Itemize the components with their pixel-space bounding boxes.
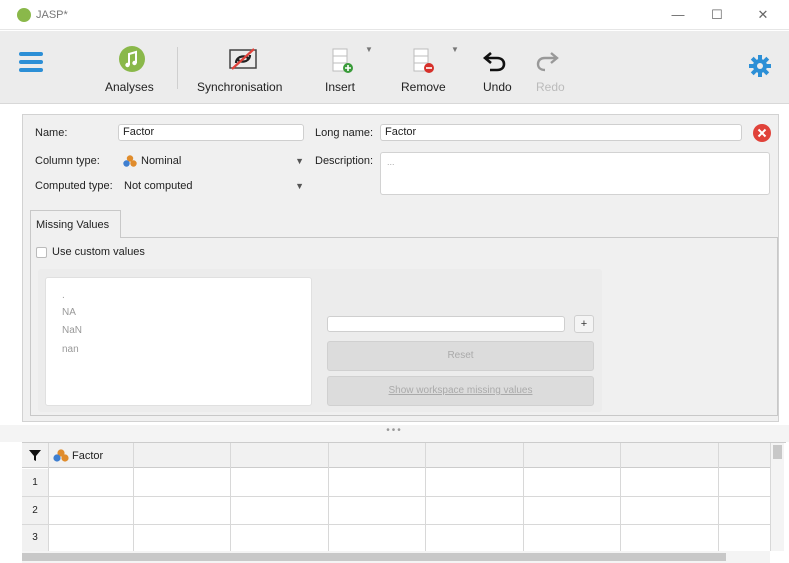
- use-custom-values-label: Use custom values: [52, 246, 145, 258]
- undo-label: Undo: [483, 80, 512, 94]
- description-label: Description:: [315, 155, 374, 167]
- redo-label: Redo: [536, 80, 565, 94]
- maximize-button[interactable]: ☐: [707, 6, 727, 24]
- analyses-label: Analyses: [105, 80, 154, 94]
- list-item[interactable]: nan: [62, 344, 79, 355]
- remove-button[interactable]: ▼ Remove: [396, 39, 462, 99]
- missing-value-input[interactable]: [327, 316, 565, 332]
- vertical-scrollbar[interactable]: [771, 443, 784, 551]
- redo-icon: [536, 52, 559, 72]
- filter-button[interactable]: [29, 449, 42, 462]
- gear-icon: [749, 55, 771, 77]
- list-item[interactable]: NA: [62, 307, 76, 318]
- column-type-value: Nominal: [141, 155, 182, 167]
- name-field[interactable]: Factor: [118, 124, 304, 141]
- column-type-select[interactable]: Nominal ▼: [120, 152, 306, 170]
- use-custom-values-checkbox[interactable]: [36, 247, 47, 258]
- vertical-scrollbar-thumb[interactable]: [773, 445, 782, 459]
- hamburger-menu-button[interactable]: [19, 51, 43, 73]
- add-missing-value-button[interactable]: +: [574, 315, 594, 333]
- insert-column-icon: [332, 48, 353, 73]
- column-header-factor[interactable]: Factor: [49, 443, 133, 468]
- hamburger-icon: [19, 52, 43, 72]
- name-label: Name:: [35, 127, 68, 139]
- chevron-down-icon: ▼: [295, 181, 304, 191]
- computed-type-label: Computed type:: [35, 180, 113, 192]
- window-title: JASP*: [36, 9, 68, 21]
- synchronisation-button[interactable]: Synchronisation: [192, 39, 296, 99]
- list-item[interactable]: .: [62, 290, 65, 301]
- undo-icon: [482, 52, 506, 72]
- close-properties-button[interactable]: [753, 124, 771, 142]
- insert-button[interactable]: ▼ Insert: [322, 39, 373, 99]
- synchronisation-label: Synchronisation: [197, 80, 283, 94]
- remove-dropdown-icon[interactable]: ▼: [451, 45, 459, 54]
- remove-label: Remove: [401, 80, 446, 94]
- ribbon-toolbar: Analyses Synchronisation ▼ Insert ▼ Remo…: [0, 31, 789, 104]
- analyses-button[interactable]: Analyses: [100, 39, 164, 99]
- insert-label: Insert: [325, 80, 356, 94]
- undo-button[interactable]: Undo: [474, 39, 518, 99]
- data-grid: Factor 1 2 3: [22, 442, 786, 563]
- list-item[interactable]: NaN: [62, 325, 82, 336]
- horizontal-scrollbar-thumb[interactable]: [22, 553, 726, 561]
- missing-values-list[interactable]: . NA NaN nan: [45, 277, 312, 406]
- row-number[interactable]: 2: [22, 497, 48, 524]
- grid-header-row: [22, 443, 770, 468]
- tab-missing-values[interactable]: Missing Values: [30, 210, 121, 238]
- show-workspace-missing-values-button[interactable]: Show workspace missing values: [327, 376, 594, 406]
- chevron-down-icon: ▼: [295, 156, 304, 166]
- remove-column-icon: [413, 48, 434, 73]
- computed-type-value: Not computed: [124, 180, 193, 192]
- close-circle-icon: [753, 124, 771, 142]
- reset-button[interactable]: Reset: [327, 341, 594, 371]
- nominal-icon: [53, 449, 69, 462]
- toolbar-divider: [177, 47, 178, 89]
- filter-icon: [29, 450, 41, 461]
- insert-dropdown-icon[interactable]: ▼: [365, 45, 373, 54]
- title-bar: JASP* — ☐ ✕: [0, 0, 789, 30]
- jasp-logo-icon: [17, 8, 31, 22]
- close-window-button[interactable]: ✕: [753, 6, 773, 24]
- column-type-label: Column type:: [35, 155, 100, 167]
- analyses-icon: [119, 46, 145, 72]
- horizontal-scrollbar[interactable]: [22, 551, 770, 563]
- column-header-label: Factor: [72, 450, 104, 462]
- long-name-label: Long name:: [315, 127, 374, 139]
- nominal-icon: [123, 155, 137, 167]
- row-number[interactable]: 3: [22, 525, 48, 551]
- settings-button[interactable]: [749, 55, 771, 77]
- redo-button[interactable]: Redo: [528, 39, 572, 99]
- panel-splitter[interactable]: •••: [0, 425, 789, 442]
- sync-disabled-icon: [229, 48, 257, 70]
- row-number[interactable]: 1: [22, 469, 48, 496]
- computed-type-select[interactable]: Not computed ▼: [120, 177, 306, 195]
- description-field[interactable]: ...: [380, 152, 770, 195]
- minimize-button[interactable]: —: [668, 6, 688, 24]
- long-name-field[interactable]: Factor: [380, 124, 742, 141]
